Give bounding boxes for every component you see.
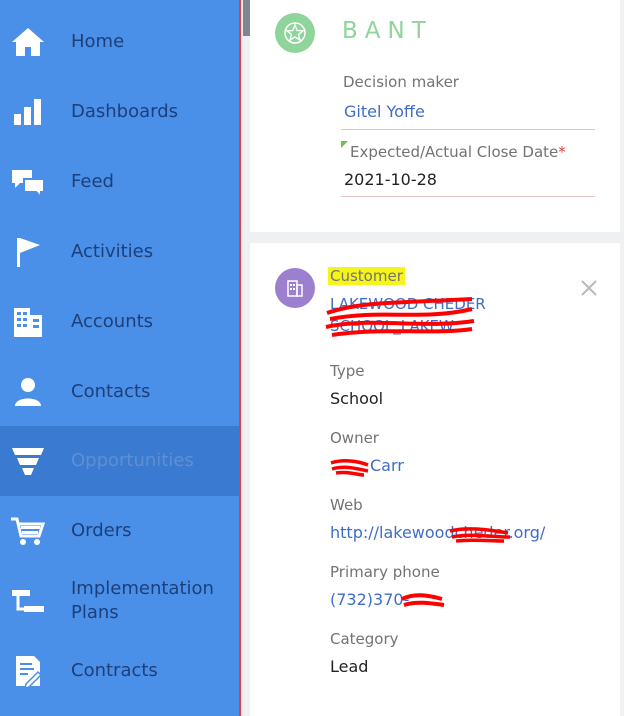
- web-label: Web: [330, 496, 363, 514]
- sidebar: Home Dashboards Feed Activities Accounts…: [0, 0, 241, 716]
- sidebar-item-label: Contacts: [71, 381, 151, 402]
- chat-bubbles-icon: [12, 170, 45, 199]
- building-icon: [14, 308, 42, 337]
- decision-maker-label: Decision maker: [343, 73, 459, 91]
- category-value: Lead: [330, 657, 369, 676]
- sidebar-item-label: Feed: [71, 171, 114, 192]
- sidebar-item-contracts[interactable]: Contracts: [0, 636, 239, 706]
- sidebar-item-activities[interactable]: Activities: [0, 217, 239, 287]
- sidebar-item-opportunities[interactable]: Opportunities: [0, 426, 239, 496]
- required-corner-marker: [341, 141, 348, 148]
- category-label: Category: [330, 630, 399, 648]
- funnel-icon: [12, 448, 44, 475]
- decision-maker-link[interactable]: Gitel Yoffe: [344, 102, 425, 121]
- decision-maker-underline: [341, 129, 595, 130]
- plans-icon: [12, 590, 44, 612]
- flag-icon: [17, 238, 40, 267]
- home-icon: [12, 28, 44, 56]
- bant-card: BANT Decision maker Gitel Yoffe Expected…: [250, 0, 620, 232]
- type-value: School: [330, 389, 384, 408]
- person-icon: [15, 378, 41, 406]
- close-date-underline: [341, 196, 595, 197]
- primary-phone-link[interactable]: (732)370-: [330, 590, 409, 609]
- sidebar-item-label: Contracts: [71, 660, 158, 681]
- sidebar-item-home[interactable]: Home: [0, 7, 239, 77]
- customer-name-line1[interactable]: LAKEWOOD CHEDER: [330, 295, 486, 313]
- sidebar-item-label: Dashboards: [71, 101, 179, 122]
- web-link[interactable]: http://lakewoodcheder.org/: [330, 523, 545, 542]
- sidebar-item-contacts[interactable]: Contacts: [0, 357, 239, 427]
- customer-card: Customer LAKEWOOD CHEDER SCHOOL_LAKEW Ty…: [250, 243, 620, 716]
- owner-link[interactable]: Carr: [370, 456, 404, 475]
- contract-icon: [16, 656, 43, 688]
- sidebar-item-label: Implementation Plans: [71, 578, 214, 623]
- customer-label: Customer: [328, 267, 405, 285]
- primary-phone-label: Primary phone: [330, 563, 440, 581]
- sidebar-item-label: Orders: [71, 520, 132, 541]
- building-avatar-icon: [275, 268, 315, 308]
- sidebar-item-dashboards[interactable]: Dashboards: [0, 77, 239, 147]
- sidebar-item-label: Opportunities: [71, 450, 194, 471]
- sidebar-item-feed[interactable]: Feed: [0, 147, 239, 217]
- bant-title: BANT: [342, 18, 433, 44]
- redaction-scribble: [330, 459, 369, 477]
- bant-star-icon: [275, 13, 315, 53]
- sidebar-item-label: Accounts: [71, 311, 154, 332]
- sidebar-item-implementation-plans[interactable]: Implementation Plans: [0, 566, 239, 636]
- sidebar-item-label: Activities: [71, 241, 154, 262]
- bar-chart-icon: [14, 99, 41, 125]
- close-date-label: Expected/Actual Close Date*: [350, 143, 566, 161]
- type-label: Type: [330, 362, 365, 380]
- cart-icon: [11, 517, 46, 545]
- close-icon[interactable]: [578, 277, 600, 299]
- close-date-field[interactable]: 2021-10-28: [344, 170, 437, 189]
- customer-name-line2[interactable]: SCHOOL_LAKEW: [330, 317, 454, 335]
- sidebar-item-orders[interactable]: Orders: [0, 496, 239, 566]
- owner-label: Owner: [330, 429, 379, 447]
- sidebar-item-label: Home: [71, 31, 125, 52]
- sidebar-item-accounts[interactable]: Accounts: [0, 287, 239, 357]
